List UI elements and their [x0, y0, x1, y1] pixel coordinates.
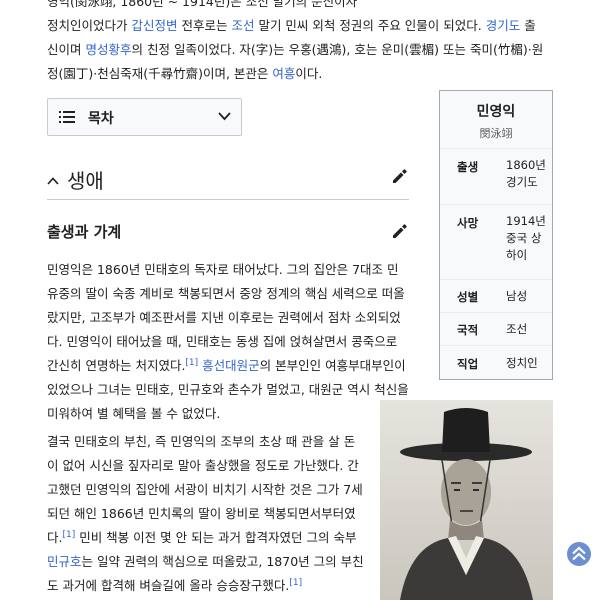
- subsection-title: 출생과 가계: [47, 223, 122, 241]
- intro-paragraph: 영익(閔泳翊, 1860년 ~ 1914년)은 조선 말기의 문신이자 정치인이…: [47, 0, 543, 86]
- infobox-value: 조선: [506, 322, 528, 336]
- infobox: 민영익 閔泳翊 출생 1860년 경기도 사망 1914년 중국 상하이 성별 …: [439, 90, 553, 380]
- infobox-row-birth: 출생 1860년 경기도: [440, 148, 552, 201]
- link-min-gyu-ho[interactable]: 민규호: [47, 554, 82, 569]
- intro-text: 말기 민씨 외척 정권의 주요 인물이 되었다.: [254, 18, 486, 33]
- infobox-row-gender: 성별 남성: [440, 279, 552, 312]
- intro-text: 정치인이었다가: [47, 18, 132, 33]
- infobox-key: 출생: [457, 160, 479, 174]
- intro-text: 이다.: [295, 66, 323, 81]
- section-heading[interactable]: 생애: [47, 163, 409, 200]
- infobox-value: 1860년 경기도: [506, 158, 546, 189]
- infobox-row-occupation: 직업 정치인: [440, 345, 552, 380]
- link-gyeonggi[interactable]: 경기도: [486, 18, 521, 33]
- toc-label: 목차: [88, 111, 114, 127]
- reference-link[interactable]: [1]: [289, 578, 302, 588]
- paragraph-text: 민영익은 1860년 민태호의 독자로 태어났다. 그의 집안은 7대조 민유중…: [47, 262, 405, 373]
- infobox-value: 정치인: [506, 356, 538, 370]
- link-joseon[interactable]: 조선: [231, 18, 254, 33]
- infobox-key: 성별: [457, 290, 479, 304]
- intro-text: 출: [520, 18, 536, 33]
- paragraph-text: 결국 민태호의 부친, 즉 민영익의 조부의 초상 때 관을 살 돈이 없어 시…: [47, 434, 363, 545]
- section-title: 생애: [67, 169, 104, 193]
- link-empress-myeongseong[interactable]: 명성황후: [85, 42, 131, 57]
- infobox-value: 1914년 중국 상하이: [506, 214, 546, 262]
- link-yeoheung[interactable]: 여흥: [272, 66, 295, 81]
- infobox-key: 사망: [457, 216, 479, 230]
- portrait-photo[interactable]: [380, 400, 553, 600]
- scroll-to-top-button[interactable]: [566, 541, 592, 567]
- paragraph-text: 는 일약 권력의 핵심으로 떠올랐고, 1870년 그의 부친도 과거에 합격해…: [47, 554, 364, 593]
- toc-toggle[interactable]: 목차: [47, 98, 242, 136]
- intro-text: 정(園丁)·천심죽재(千尋竹齋)이며, 본관은: [47, 66, 273, 81]
- infobox-key: 직업: [457, 357, 479, 371]
- reference-link[interactable]: [1]: [62, 530, 75, 540]
- edit-pencil-icon[interactable]: [392, 168, 408, 184]
- infobox-key: 국적: [457, 323, 479, 337]
- link-gapsin-coup[interactable]: 갑신정변: [131, 18, 177, 33]
- paragraph-birth: 민영익은 1860년 민태호의 독자로 태어났다. 그의 집안은 7대조 민유중…: [47, 258, 409, 426]
- intro-line-1: 영익(閔泳翊, 1860년 ~ 1914년)은 조선 말기의 문신이자: [47, 0, 358, 9]
- infobox-row-death: 사망 1914년 중국 상하이: [440, 204, 552, 279]
- paragraph-text: 민비 책봉 이전 몇 안 되는 과거 합격자였던 그의 숙부: [75, 530, 357, 545]
- paragraph-family: 결국 민태호의 부친, 즉 민영익의 조부의 초상 때 관을 살 돈이 없어 시…: [47, 430, 365, 598]
- infobox-row-nationality: 국적 조선: [440, 312, 552, 345]
- infobox-name: 민영익: [476, 104, 516, 120]
- chevron-up-icon: [47, 177, 59, 185]
- list-icon: [59, 111, 75, 123]
- infobox-hanja: 閔泳翊: [479, 127, 513, 140]
- intro-text: 전후로는: [177, 18, 232, 33]
- intro-text: 의 친정 일족이었다. 자(字)는 우홍(遇鴻), 호는 운미(雲楣) 또는 죽…: [131, 42, 544, 57]
- edit-pencil-icon[interactable]: [392, 223, 408, 239]
- link-heungseon-daewongun[interactable]: 흥선대원군: [202, 358, 260, 373]
- intro-text: 신이며: [47, 42, 86, 57]
- reference-link[interactable]: [1]: [185, 358, 198, 368]
- chevron-down-icon: [218, 112, 231, 121]
- infobox-value: 남성: [506, 289, 528, 303]
